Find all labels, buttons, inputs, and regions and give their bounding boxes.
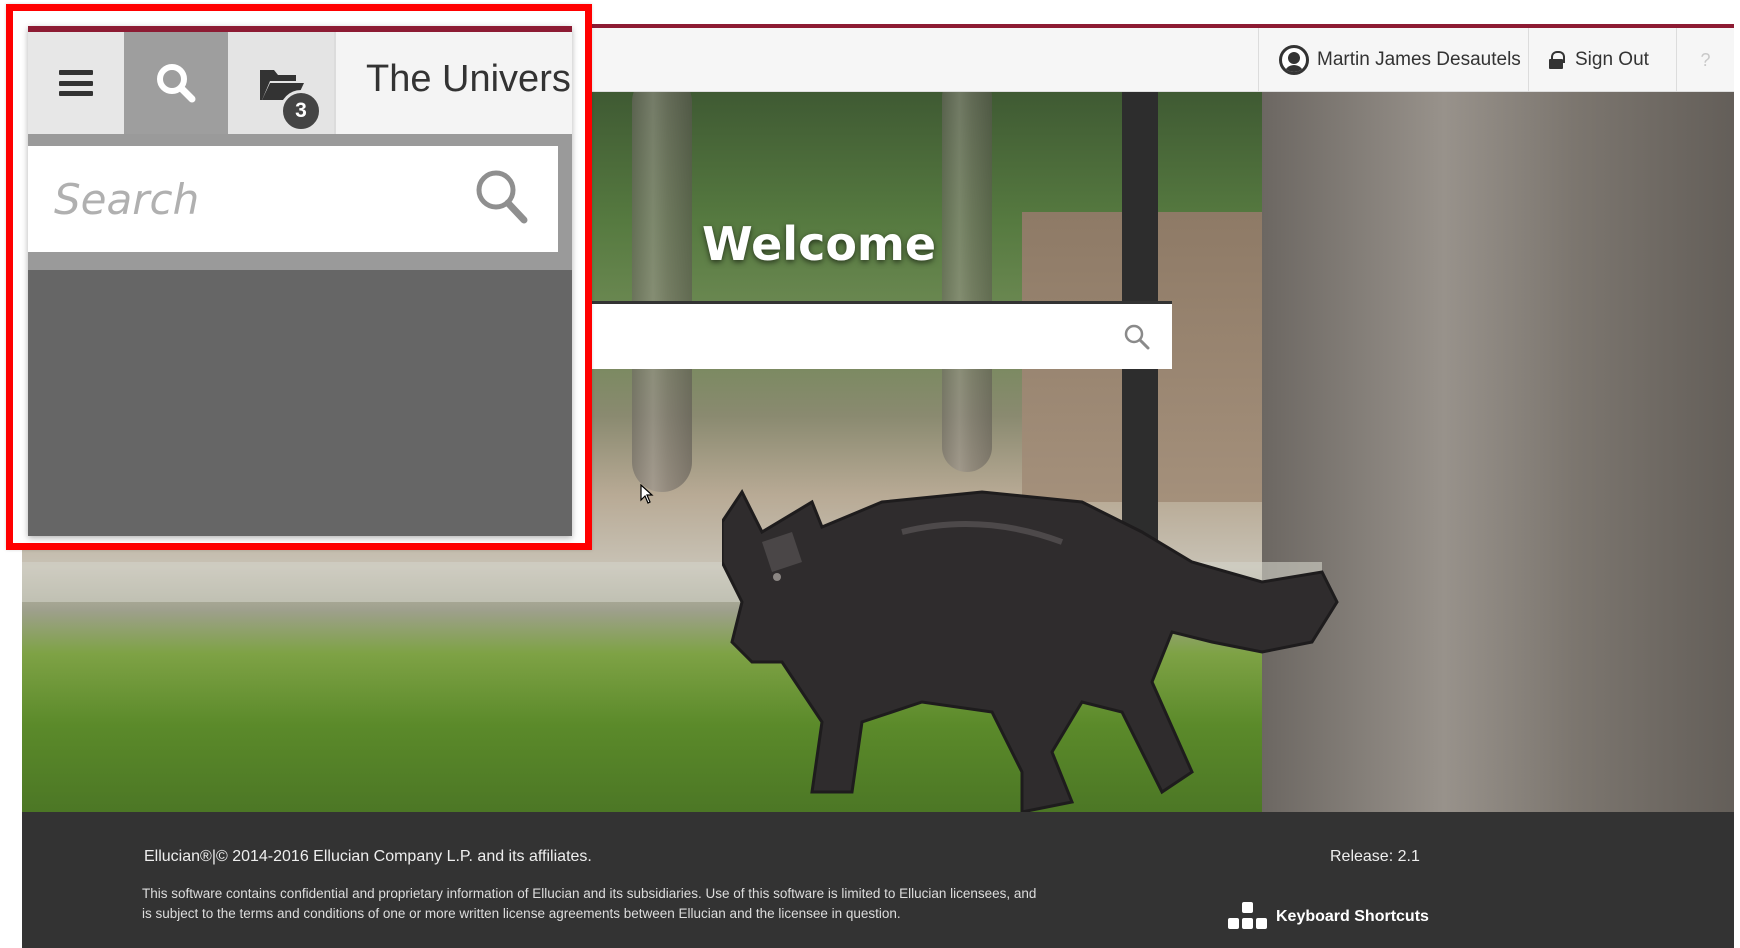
hamburger-menu-icon — [59, 70, 93, 96]
wolf-statue-image — [722, 489, 1339, 812]
mouse-cursor-icon — [640, 484, 654, 504]
keyboard-shortcuts-label: Keyboard Shortcuts — [1276, 908, 1429, 925]
recent-items-button[interactable]: 3 — [228, 32, 336, 134]
sign-out-button[interactable]: Sign Out — [1528, 28, 1676, 92]
institution-title: The Univers — [366, 58, 571, 100]
search-box — [28, 146, 558, 252]
search-icon[interactable] — [474, 168, 530, 226]
welcome-title: Welcome — [702, 217, 937, 271]
search-icon[interactable] — [1124, 324, 1150, 350]
keyboard-keys-icon — [1228, 902, 1268, 932]
footer: Ellucian®|© 2014-2016 Ellucian Company L… — [22, 812, 1734, 948]
callout-toolbar: 3 The Univers — [28, 32, 572, 134]
user-name: Martin James Desautels — [1317, 49, 1521, 70]
keyboard-shortcuts-link[interactable]: Keyboard Shortcuts — [1228, 902, 1429, 932]
background-tree — [632, 92, 692, 492]
copyright-text: Ellucian®|© 2014-2016 Ellucian Company L… — [144, 848, 592, 865]
search-panel — [28, 134, 572, 270]
sign-out-label: Sign Out — [1575, 49, 1649, 70]
search-icon — [157, 64, 196, 103]
user-menu[interactable]: Martin James Desautels — [1258, 28, 1528, 92]
main-search-input[interactable] — [582, 304, 1122, 369]
zoom-callout: 3 The Univers — [6, 4, 592, 550]
search-button[interactable] — [124, 32, 228, 134]
background-tree — [942, 92, 992, 472]
menu-button[interactable] — [28, 32, 124, 134]
disclaimer-text: This software contains confidential and … — [142, 886, 1037, 921]
callout-panel: 3 The Univers — [28, 26, 572, 536]
help-button[interactable]: ? — [1676, 28, 1734, 92]
lock-icon — [1549, 51, 1565, 69]
user-avatar-icon — [1279, 45, 1309, 75]
main-search-box — [582, 301, 1172, 369]
recent-count-badge: 3 — [280, 90, 322, 132]
release-version: Release: 2.1 — [1330, 848, 1420, 865]
search-input[interactable] — [28, 149, 468, 249]
help-icon: ? — [1700, 49, 1711, 70]
